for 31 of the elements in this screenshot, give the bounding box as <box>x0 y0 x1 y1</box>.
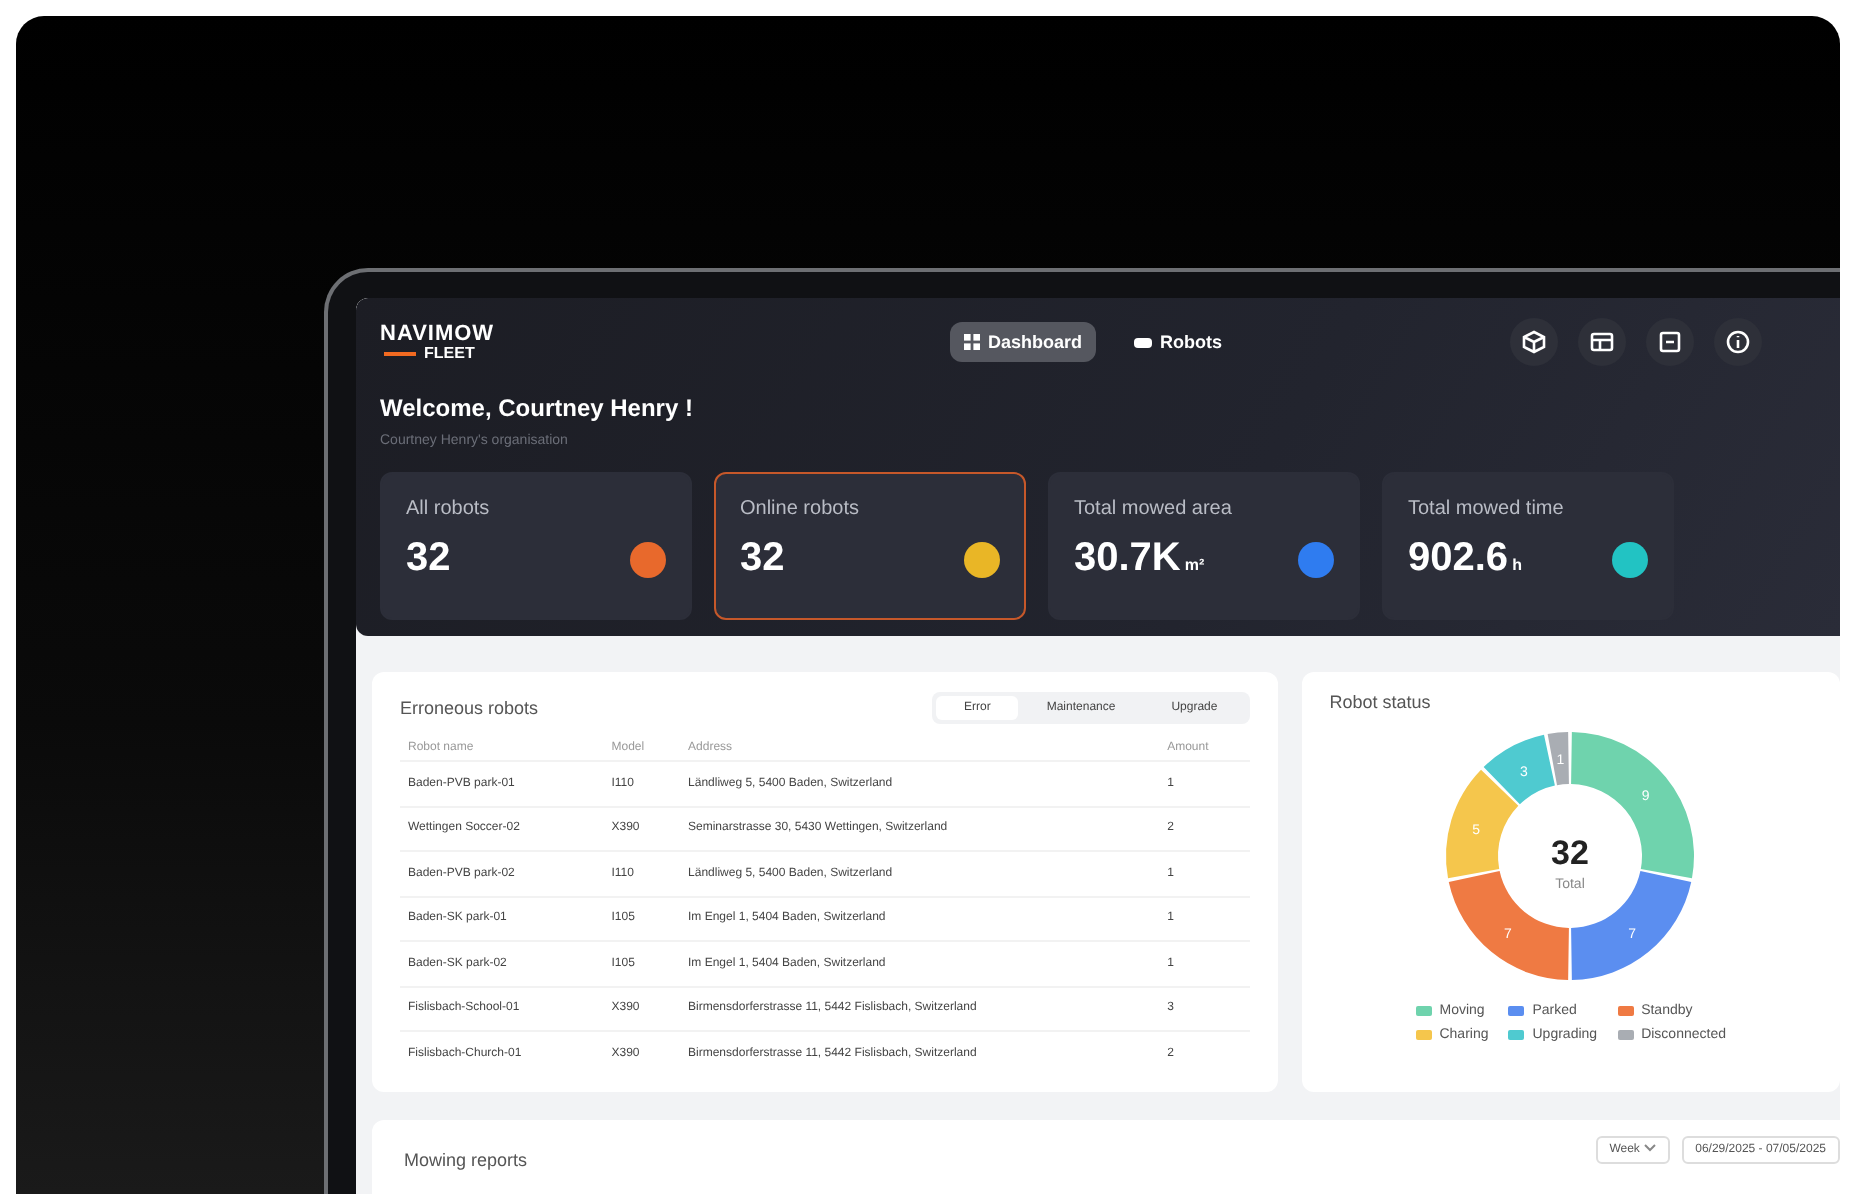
stat-card[interactable]: Total mowed time 902.6 h <box>1382 472 1674 620</box>
stat-label: Total mowed time <box>1408 498 1566 520</box>
header-icon-button[interactable] <box>1510 318 1558 366</box>
panel-title: Erroneous robots <box>400 698 539 718</box>
stat-value: 32 <box>740 536 785 582</box>
welcome-title: Welcome, Courtney Henry ! <box>380 394 695 422</box>
robot-icon <box>1134 336 1153 348</box>
caret-icon <box>1643 1144 1656 1152</box>
logo: NAVIMOW FLEET <box>380 323 497 361</box>
box-icon <box>1658 330 1682 354</box>
nav-tab[interactable]: Dashboard <box>950 322 1097 362</box>
nav-tab[interactable]: Robots <box>1120 322 1237 362</box>
window-icon <box>1590 330 1614 354</box>
panel-title: Mowing reports <box>404 1150 528 1170</box>
stat-label: Total mowed area <box>1074 498 1234 520</box>
stat-label: All robots <box>406 498 492 520</box>
stat-card[interactable]: Online robots 32 <box>714 472 1026 620</box>
stat-card[interactable]: All robots 32 <box>380 472 692 620</box>
grid-icon <box>964 334 980 350</box>
cube-icon <box>1522 330 1546 354</box>
stat-value: 32 <box>406 536 451 582</box>
stat-label: Online robots <box>740 498 861 520</box>
header-icon-button[interactable] <box>1714 318 1762 366</box>
stat-card[interactable]: Total mowed area 30.7K m² <box>1048 472 1360 620</box>
header-icon-button[interactable] <box>1578 318 1626 366</box>
total-value: 32 <box>1551 834 1590 872</box>
info-icon <box>1726 330 1750 354</box>
stat-value: 902.6 h <box>1408 536 1522 582</box>
panel-title: Robot status <box>1329 692 1433 712</box>
header-icon-button[interactable] <box>1646 318 1694 366</box>
stat-value: 30.7K m² <box>1074 536 1205 582</box>
